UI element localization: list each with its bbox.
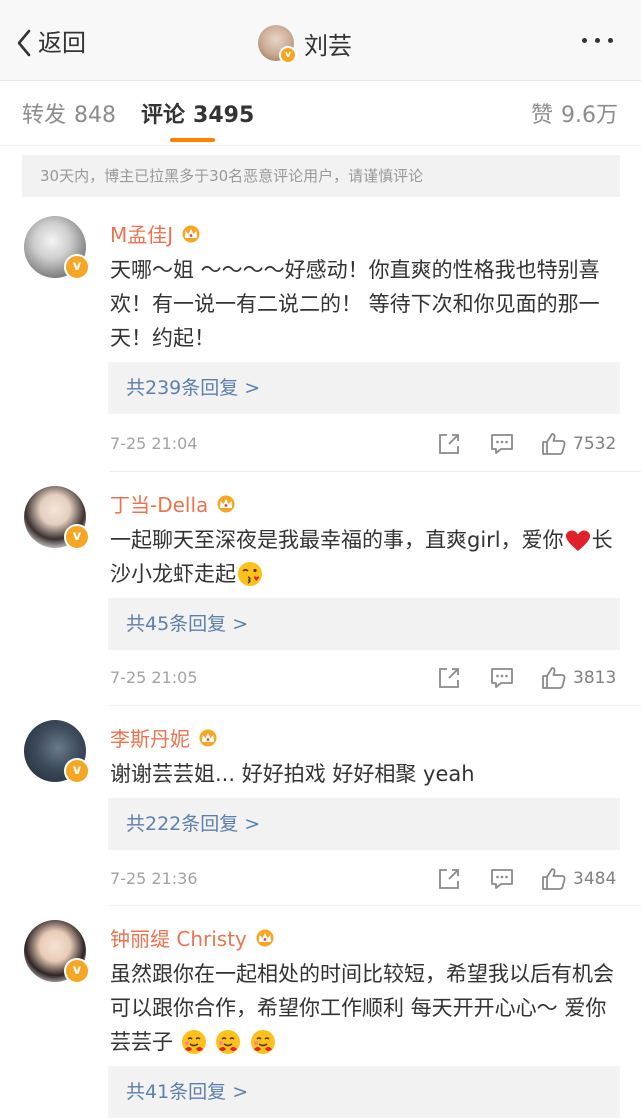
more-dots-icon[interactable] (582, 38, 613, 43)
hugging-face-emoji-icon (181, 1030, 206, 1054)
tab-bar: 转发 848 评论 3495 赞 9.6万 (0, 81, 641, 146)
tab-comments[interactable]: 评论 3495 (141, 97, 254, 129)
verified-badge-icon: v (64, 758, 90, 784)
comment-author[interactable]: 丁当-Della (110, 489, 208, 518)
crown-icon (199, 729, 217, 747)
comment-item: v 李斯丹妮 谢谢芸芸姐... 好好拍戏 好好相聚 yeah 共222条回复 >… (0, 720, 641, 906)
like-count: 3813 (573, 668, 617, 688)
page-title: 刘芸 (304, 31, 352, 60)
comment-author-row: 钟丽缇 Christy (110, 922, 277, 952)
view-replies-link[interactable]: 共41条回复 > (108, 1066, 620, 1118)
crown-icon (217, 495, 235, 513)
comment-text: 一起聊天至深夜是我最幸福的事，直爽girl，爱你 长沙小龙虾走起 (110, 523, 622, 591)
comment-author-row: 丁当-Della (110, 488, 238, 518)
tab-repost-label: 转发 (22, 103, 67, 128)
comment-author[interactable]: 李斯丹妮 (110, 723, 190, 752)
chevron-left-icon (17, 29, 31, 57)
avatar[interactable]: v (24, 720, 90, 784)
thumbs-up-icon[interactable] (541, 666, 567, 690)
comment-notice: 30天内，博主已拉黑多于30名恶意评论用户，请谨慎评论 (22, 155, 620, 197)
verified-badge-icon: v (64, 524, 90, 550)
share-icon[interactable] (438, 868, 460, 890)
comment-author[interactable]: M孟佳J (110, 219, 173, 248)
comment-item: v 丁当-Della 一起聊天至深夜是我最幸福的事，直爽girl，爱你 长沙小龙虾… (0, 486, 641, 706)
back-button[interactable]: 返回 (16, 26, 86, 60)
view-replies-link[interactable]: 共45条回复 > (108, 598, 620, 650)
comment-timestamp: 7-25 21:36 (110, 869, 198, 888)
thumbs-up-icon[interactable] (541, 432, 567, 456)
back-label: 返回 (38, 29, 86, 57)
tab-repost[interactable]: 转发 848 (22, 97, 116, 129)
view-replies-link[interactable]: 共239条回复 > (108, 362, 620, 414)
comment-icon[interactable] (490, 868, 514, 890)
crown-icon (256, 929, 274, 947)
divider (110, 905, 641, 906)
comment-timestamp: 7-25 21:05 (110, 668, 198, 687)
avatar[interactable]: v (24, 486, 90, 550)
comment-text: 谢谢芸芸姐... 好好拍戏 好好相聚 yeah (110, 762, 475, 786)
comment-author-row: 李斯丹妮 (110, 722, 220, 752)
hugging-face-emoji-icon (251, 1030, 276, 1054)
hugging-face-emoji-icon (216, 1030, 241, 1054)
tab-likes-label: 赞 (531, 103, 554, 128)
avatar[interactable]: v (24, 920, 90, 984)
verified-badge-icon: v (279, 46, 297, 64)
red-heart-emoji-icon (565, 530, 590, 551)
like-count: 7532 (573, 434, 617, 454)
avatar[interactable]: v (24, 216, 90, 280)
tab-likes-count: 9.6万 (561, 103, 619, 128)
comment-timestamp: 7-25 21:04 (110, 434, 198, 453)
view-replies-link[interactable]: 共222条回复 > (108, 798, 620, 850)
tab-comments-count: 3495 (193, 103, 255, 128)
avatar[interactable]: v (258, 25, 297, 64)
active-tab-indicator (170, 138, 215, 142)
thumbs-up-icon[interactable] (541, 867, 567, 891)
comment-item: v 钟丽缇 Christy 虽然跟你在一起相处的时间比较短，希望我以后有机会可以… (0, 920, 641, 1120)
divider (110, 471, 641, 472)
comment-item: v M孟佳J 天哪～姐 ～～～～好感动！你直爽的性格我也特别喜欢！有一说一有二说… (0, 216, 641, 472)
divider (110, 705, 641, 706)
crown-icon (182, 225, 200, 243)
comment-text: 虽然跟你在一起相处的时间比较短，希望我以后有机会可以跟你合作，希望你工作顺利 每… (110, 957, 622, 1059)
tab-repost-count: 848 (74, 103, 117, 128)
comment-text: 天哪～姐 ～～～～好感动！你直爽的性格我也特别喜欢！有一说一有二说二的！ 等待下… (110, 258, 600, 350)
top-nav-bar: 返回 v 刘芸 (0, 0, 641, 81)
like-count: 3484 (573, 869, 617, 889)
comment-icon[interactable] (490, 667, 514, 689)
tab-comments-label: 评论 (141, 103, 186, 128)
share-icon[interactable] (438, 667, 460, 689)
verified-badge-icon: v (64, 958, 90, 984)
comment-author[interactable]: 钟丽缇 Christy (110, 923, 247, 952)
comment-author-row: M孟佳J (110, 218, 203, 248)
kiss-face-emoji-icon (238, 562, 262, 586)
comment-icon[interactable] (490, 433, 514, 455)
verified-badge-icon: v (64, 254, 90, 280)
tab-likes[interactable]: 赞 9.6万 (531, 97, 618, 129)
profile-header[interactable]: v 刘芸 (258, 24, 352, 64)
comment-text-part: 一起聊天至深夜是我最幸福的事，直爽girl，爱你 (110, 528, 564, 552)
share-icon[interactable] (438, 433, 460, 455)
